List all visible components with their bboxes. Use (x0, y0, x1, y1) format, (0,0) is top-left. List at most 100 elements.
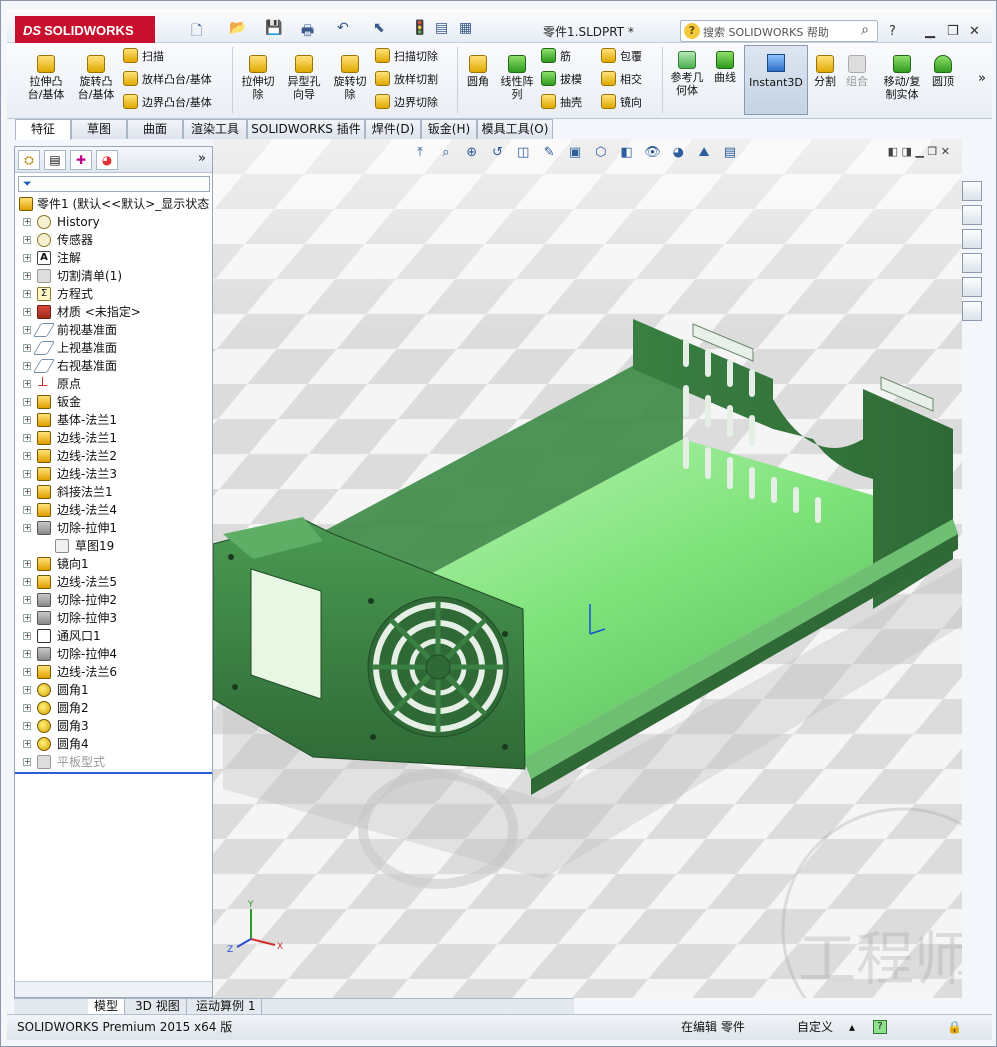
task-pane-appearances-icon[interactable] (962, 277, 982, 297)
rollback-bar[interactable] (15, 772, 212, 774)
viewport-restore-button[interactable]: ❐ (927, 145, 937, 158)
units-dropdown-icon[interactable]: ▴ (849, 1015, 855, 1039)
tree-filter-input[interactable]: ⏷ (18, 176, 210, 192)
instant3d-button[interactable]: Instant3D (744, 45, 808, 115)
tree-item[interactable]: + 圆角1 (15, 681, 212, 699)
wrap-button[interactable]: 包覆 (601, 48, 642, 66)
tree-item[interactable]: + ⊥ 原点 (15, 375, 212, 393)
hide-show-icon[interactable]: 👁 (643, 145, 661, 163)
tree-expand-icon[interactable]: + (23, 236, 31, 244)
tree-expand-icon[interactable]: + (23, 452, 31, 460)
tree-expand-icon[interactable]: + (23, 596, 31, 604)
revolve-cut-button[interactable]: 旋转切除 (329, 55, 371, 101)
tree-item[interactable]: + 材质 <未指定> (15, 303, 212, 321)
tree-expand-icon[interactable]: + (23, 632, 31, 640)
tree-expand-icon[interactable]: + (23, 668, 31, 676)
tree-expand-icon[interactable]: + (23, 650, 31, 658)
tree-expand-icon[interactable]: + (23, 704, 31, 712)
tree-item[interactable]: + 平板型式 (15, 753, 212, 771)
restore-button[interactable]: ❐ (947, 24, 959, 39)
model-viewport[interactable]: 工程师 Y X Z (213, 139, 962, 998)
rebuild-icon[interactable]: 🚦 (411, 20, 428, 42)
tree-item[interactable]: + 传感器 (15, 231, 212, 249)
tree-item[interactable]: + 右视基准面 (15, 357, 212, 375)
new-file-icon[interactable]: 🗋 (191, 20, 202, 42)
tree-item[interactable]: + 圆角3 (15, 717, 212, 735)
tree-expand-icon[interactable]: + (23, 722, 31, 730)
tab-weldments[interactable]: 焊件(D) (365, 119, 421, 139)
fillet-button[interactable]: 圆角 (462, 55, 494, 88)
rib-button[interactable]: 筋 (541, 48, 571, 66)
zoom-to-fit-icon[interactable]: ⌕ (437, 145, 455, 163)
tree-item[interactable]: + 圆角4 (15, 735, 212, 753)
appearance-icon[interactable]: ◕ (669, 145, 687, 163)
configuration-manager-tab-icon[interactable]: ✚ (70, 150, 92, 170)
dynamic-annotation-icon[interactable]: ✎ (540, 145, 558, 163)
tree-expand-icon[interactable]: + (23, 326, 31, 334)
tab-sketch[interactable]: 草图 (71, 119, 127, 139)
sweep-button[interactable]: 扫描 (123, 48, 164, 66)
help-menu-icon[interactable]: ? (889, 24, 896, 39)
extrude-cut-button[interactable]: 拉伸切除 (237, 55, 279, 101)
dome-button[interactable]: 圆顶 (929, 55, 957, 88)
tree-expand-icon[interactable]: + (23, 380, 31, 388)
tree-item[interactable]: + 圆角2 (15, 699, 212, 717)
tab-sheet-metal[interactable]: 钣金(H) (421, 119, 477, 139)
options-icon[interactable]: ▦ (459, 20, 472, 42)
tree-item[interactable]: + 切割清单(1) (15, 267, 212, 285)
tree-item[interactable]: + 边线-法兰4 (15, 501, 212, 519)
tree-item[interactable]: + 边线-法兰5 (15, 573, 212, 591)
save-icon[interactable]: 💾 (265, 20, 282, 42)
reference-geometry-button[interactable]: 参考几何体 (667, 51, 707, 97)
property-manager-tab-icon[interactable]: ▤ (44, 150, 66, 170)
print-icon[interactable]: 🖶 (301, 20, 314, 42)
task-pane-resources-icon[interactable] (962, 205, 982, 225)
tree-item[interactable]: + 上视基准面 (15, 339, 212, 357)
select-icon[interactable]: ⬉ (373, 20, 385, 42)
mirror-button[interactable]: 镜向 (601, 94, 642, 112)
loft-boss-button[interactable]: 放样凸台/基体 (123, 71, 212, 89)
tree-expand-icon[interactable]: + (23, 434, 31, 442)
tree-expand-icon[interactable]: + (23, 758, 31, 766)
search-icon[interactable]: ⌕ (861, 22, 869, 38)
tree-expand-icon[interactable]: + (23, 416, 31, 424)
tree-item[interactable]: + 边线-法兰6 (15, 663, 212, 681)
split-button[interactable]: 分割 (811, 55, 839, 88)
tree-root[interactable]: 零件1 (默认<<默认>_显示状态 (15, 195, 212, 213)
open-file-icon[interactable]: 📂 (229, 20, 246, 42)
task-pane-home-icon[interactable] (962, 181, 982, 201)
move-copy-body-button[interactable]: 移动/复制实体 (879, 55, 925, 101)
tree-item[interactable]: + 通风口1 (15, 627, 212, 645)
hole-wizard-button[interactable]: 异型孔向导 (283, 55, 325, 101)
panel-expand-chevron-icon[interactable]: » (198, 151, 206, 166)
tree-item[interactable]: + 斜接法兰1 (15, 483, 212, 501)
boundary-cut-button[interactable]: 边界切除 (375, 94, 438, 112)
view-orientation-icon[interactable]: ▣ (566, 145, 584, 163)
normal-to-icon[interactable]: ⤒ (411, 145, 429, 163)
tree-expand-icon[interactable]: + (23, 560, 31, 568)
swept-cut-button[interactable]: 扫描切除 (375, 48, 438, 66)
tree-expand-icon[interactable]: + (23, 488, 31, 496)
ribbon-more-chevron-icon[interactable]: » (978, 71, 986, 86)
help-status-icon[interactable]: ? (873, 1020, 887, 1034)
lofted-cut-button[interactable]: 放样切割 (375, 71, 438, 89)
extrude-boss-button[interactable]: 拉伸凸台/基体 (23, 55, 69, 101)
tree-item[interactable]: + 前视基准面 (15, 321, 212, 339)
tree-item[interactable]: + 切除-拉伸2 (15, 591, 212, 609)
display-style-icon[interactable]: ◧ (618, 145, 636, 163)
minimize-button[interactable]: ▁ (925, 24, 935, 39)
viewport-next-icon[interactable]: ◨ (902, 145, 912, 158)
undo-icon[interactable]: ↶ (337, 20, 349, 42)
tree-expand-icon[interactable]: + (23, 506, 31, 514)
tree-expand-icon[interactable]: + (23, 578, 31, 586)
close-button[interactable]: ✕ (969, 24, 980, 39)
tree-item[interactable]: + 镜向1 (15, 555, 212, 573)
curves-button[interactable]: 曲线 (710, 51, 740, 84)
tab-mold-tools[interactable]: 模具工具(O) (477, 119, 553, 139)
rebuild-status-icon[interactable]: 🔒 (947, 1015, 962, 1039)
feature-manager-tab-icon[interactable]: ⛭ (18, 150, 40, 170)
file-properties-icon[interactable]: ▤ (435, 20, 448, 42)
zoom-to-area-icon[interactable]: ⊕ (463, 145, 481, 163)
section-view-icon[interactable]: ◫ (514, 145, 532, 163)
tab-addins[interactable]: SOLIDWORKS 插件 (247, 119, 365, 139)
